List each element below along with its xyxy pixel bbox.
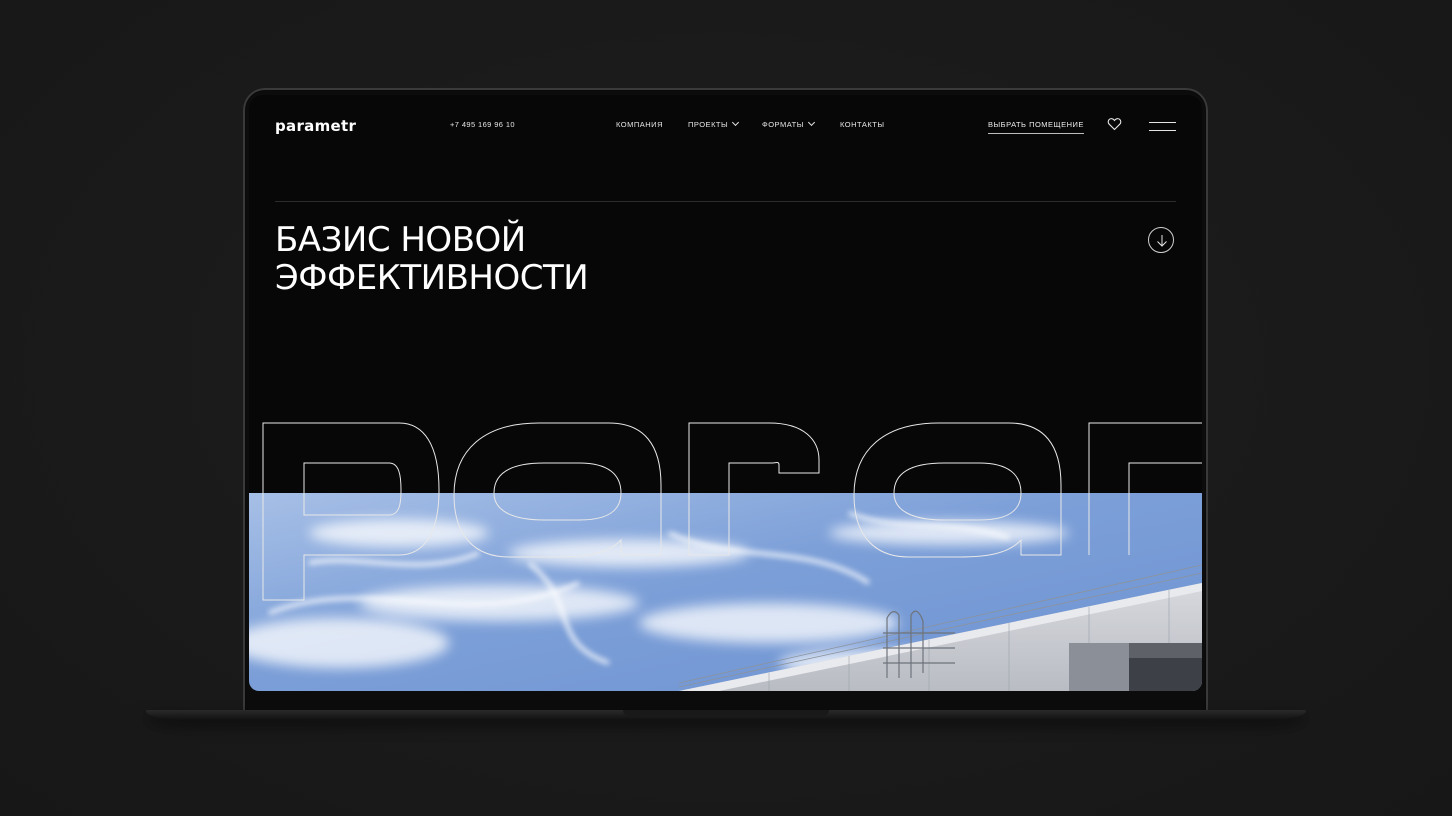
mockup-stage: parametr +7 495 169 96 10 КОМПАНИЯ ПРОЕК… xyxy=(0,0,1452,816)
brand-logo[interactable]: parametr xyxy=(275,117,356,135)
website-screen: parametr +7 495 169 96 10 КОМПАНИЯ ПРОЕК… xyxy=(249,95,1202,691)
phone-link[interactable]: +7 495 169 96 10 xyxy=(450,120,515,129)
choose-space-link[interactable]: ВЫБРАТЬ ПОМЕЩЕНИЕ xyxy=(988,120,1084,134)
chevron-down-icon xyxy=(807,118,815,127)
nav-projects[interactable]: ПРОЕКТЫ xyxy=(688,118,740,129)
laptop-notch xyxy=(623,710,829,716)
menu-icon[interactable] xyxy=(1149,122,1176,131)
chevron-down-icon xyxy=(732,118,740,127)
nav-company-label: КОМПАНИЯ xyxy=(616,120,663,129)
arrow-down-icon xyxy=(1157,235,1167,247)
hero-photo xyxy=(249,493,1202,691)
headline-line-2: ЭФФЕКТИВНОСТИ xyxy=(275,258,589,298)
nav-contacts[interactable]: КОНТАКТЫ xyxy=(840,120,884,129)
sky-building-image xyxy=(249,493,1202,691)
nav-contacts-label: КОНТАКТЫ xyxy=(840,120,885,129)
header-divider xyxy=(275,201,1176,202)
heart-icon[interactable] xyxy=(1107,117,1122,131)
hero-headline: БАЗИС НОВОЙ ЭФФЕКТИВНОСТИ xyxy=(275,221,695,297)
site-header: parametr +7 495 169 96 10 КОМПАНИЯ ПРОЕК… xyxy=(249,95,1202,155)
nav-formats[interactable]: ФОРМАТЫ xyxy=(762,118,815,129)
nav-projects-label: ПРОЕКТЫ xyxy=(688,120,729,129)
nav-formats-label: ФОРМАТЫ xyxy=(762,120,804,129)
headline-line-1: БАЗИС НОВОЙ xyxy=(275,220,526,260)
scroll-down-button[interactable] xyxy=(1148,227,1174,253)
nav-company[interactable]: КОМПАНИЯ xyxy=(616,120,663,129)
